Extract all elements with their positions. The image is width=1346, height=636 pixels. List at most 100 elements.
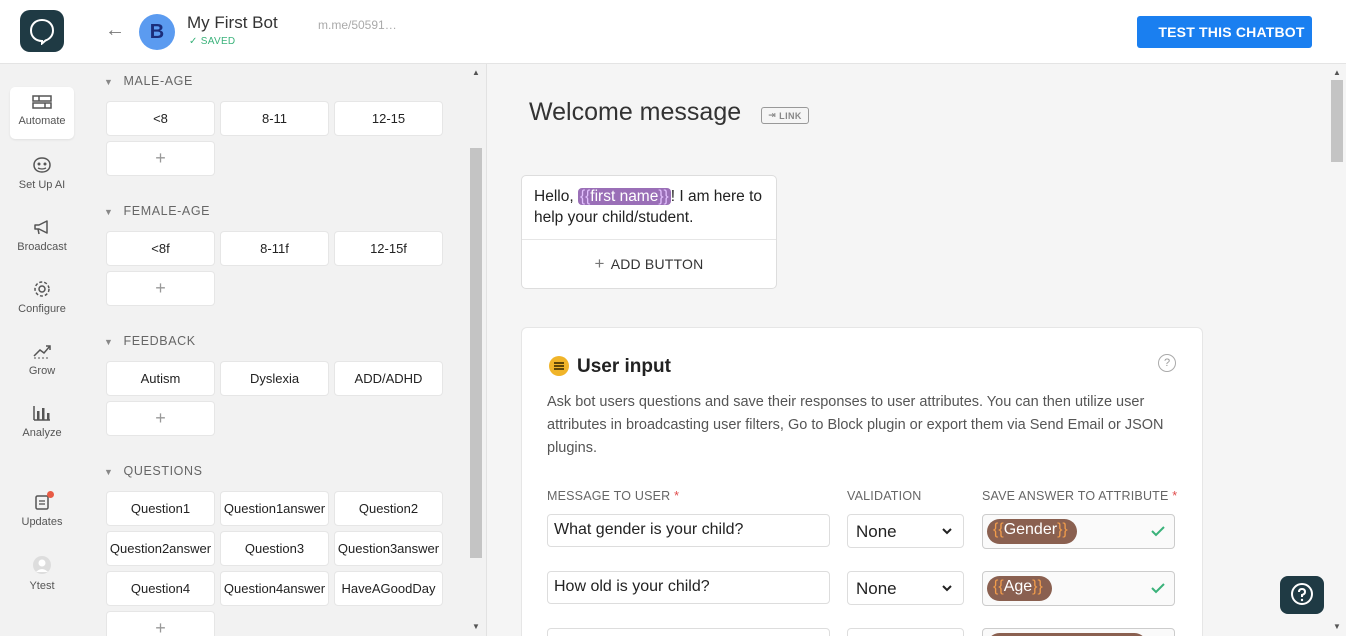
block-item[interactable]: 8-11 [220, 101, 329, 136]
nav-item-setup-ai[interactable]: Set Up AI [10, 149, 74, 201]
brace: }} [1032, 578, 1043, 595]
group-title-questions[interactable]: ▼ QUESTIONS [104, 464, 203, 478]
scroll-up-arrow-icon[interactable]: ▲ [472, 68, 480, 77]
add-block-button[interactable]: + [106, 271, 215, 306]
block-item[interactable]: 8-11f [220, 231, 329, 266]
scroll-up-arrow-icon[interactable]: ▲ [1333, 68, 1341, 77]
notification-dot [47, 491, 54, 498]
support-chat-button[interactable] [1280, 576, 1324, 614]
editor-scrollbar[interactable]: ▲ ▼ [1328, 64, 1346, 636]
add-block-button[interactable]: + [106, 611, 215, 636]
column-label: MESSAGE TO USER [547, 489, 671, 503]
column-header-validation: VALIDATION [847, 489, 922, 503]
add-button[interactable]: + ADD BUTTON [522, 240, 776, 288]
message-text[interactable]: Hello, {{first name}}! I am here to help… [522, 176, 776, 240]
block-item[interactable]: Dyslexia [220, 361, 329, 396]
validation-value: None [856, 522, 897, 541]
side-nav: Automate Set Up AI Broadcast Configure G… [0, 64, 84, 636]
collapse-triangle-icon[interactable]: ▼ [104, 467, 114, 477]
link-button[interactable]: ⇥ LINK [761, 107, 809, 124]
validation-select[interactable]: None [847, 514, 964, 548]
test-chatbot-button[interactable]: TEST THIS CHATBOT [1137, 16, 1312, 48]
bot-name[interactable]: My First Bot [187, 13, 278, 33]
attribute-field[interactable]: {{Gender}} [982, 514, 1175, 549]
nav-item-analyze[interactable]: Analyze [10, 397, 74, 449]
message-text-part: Hello, [534, 188, 578, 205]
gear-icon [34, 281, 50, 297]
block-item[interactable]: HaveAGoodDay [334, 571, 443, 606]
chatfuel-logo-icon[interactable] [20, 10, 64, 52]
block-item[interactable]: Question3answer [334, 531, 443, 566]
chevron-down-icon [942, 585, 952, 592]
attribute-pill[interactable]: {{Age}} [987, 576, 1052, 601]
message-to-user-input[interactable]: How old is your child? [547, 571, 830, 604]
block-item[interactable]: Question3 [220, 531, 329, 566]
bot-avatar[interactable]: B [139, 14, 175, 50]
scroll-down-arrow-icon[interactable]: ▼ [472, 622, 480, 631]
check-icon [1151, 583, 1165, 594]
editor-scroll-thumb[interactable] [1331, 80, 1343, 162]
block-item[interactable]: Question2 [334, 491, 443, 526]
attribute-field[interactable] [982, 628, 1175, 636]
messenger-icon [1144, 30, 1148, 34]
block-item[interactable]: Question4answer [220, 571, 329, 606]
add-block-button[interactable]: + [106, 401, 215, 436]
block-item[interactable]: Question4 [106, 571, 215, 606]
message-to-user-input[interactable] [547, 628, 830, 636]
attribute-chip[interactable]: {{first name}} [577, 188, 671, 205]
block-item[interactable]: Question1answer [220, 491, 329, 526]
block-item[interactable]: Autism [106, 361, 215, 396]
attribute-pill[interactable]: {{Gender}} [987, 519, 1077, 544]
nav-item-broadcast[interactable]: Broadcast [10, 211, 74, 263]
nav-label: Updates [21, 516, 63, 528]
nav-label: Ytest [29, 580, 55, 592]
attribute-name: Gender [1003, 521, 1058, 538]
required-mark: * [674, 489, 680, 503]
scroll-down-arrow-icon[interactable]: ▼ [1333, 622, 1341, 631]
add-button-label: ADD BUTTON [610, 256, 704, 272]
chevron-down-icon [942, 528, 952, 535]
block-list-scrollbar[interactable] [470, 148, 482, 558]
automate-icon [32, 95, 52, 109]
block-title[interactable]: Welcome message [529, 98, 741, 127]
help-icon[interactable]: ? [1158, 354, 1176, 372]
block-item[interactable]: ADD/ADHD [334, 361, 443, 396]
group-label: FEEDBACK [123, 334, 196, 348]
user-input-title: User input [577, 356, 671, 377]
nav-item-configure[interactable]: Configure [10, 273, 74, 325]
block-item[interactable]: <8f [106, 231, 215, 266]
nav-item-user[interactable]: Ytest [10, 548, 74, 600]
saved-status: ✓ SAVED [189, 36, 235, 47]
link-label: LINK [779, 110, 802, 121]
block-item[interactable]: 12-15 [334, 101, 443, 136]
nav-item-automate[interactable]: Automate [10, 87, 74, 139]
block-item[interactable]: Question2answer [106, 531, 215, 566]
top-header: ← B My First Bot ✓ SAVED m.me/50591… TES… [0, 0, 1346, 64]
nav-label: Set Up AI [18, 179, 66, 191]
validation-select[interactable] [847, 628, 964, 636]
group-title-female-age[interactable]: ▼ FEMALE-AGE [104, 204, 210, 218]
collapse-triangle-icon[interactable]: ▼ [104, 77, 114, 87]
collapse-triangle-icon[interactable]: ▼ [104, 207, 114, 217]
back-arrow-icon[interactable]: ← [104, 19, 126, 41]
nav-item-updates[interactable]: Updates [10, 486, 74, 538]
add-block-button[interactable]: + [106, 141, 215, 176]
block-item[interactable]: <8 [106, 101, 215, 136]
check-icon: ✓ [189, 36, 198, 47]
nav-item-grow[interactable]: Grow [10, 335, 74, 387]
brace: }} [658, 188, 669, 205]
block-item[interactable]: Question1 [106, 491, 215, 526]
group-title-male-age[interactable]: ▼ MALE-AGE [104, 74, 193, 88]
user-icon [33, 556, 51, 574]
bot-link[interactable]: m.me/50591… [318, 18, 397, 32]
block-item[interactable]: 12-15f [334, 231, 443, 266]
validation-value: None [856, 579, 897, 598]
block-editor: Welcome message ⇥ LINK Hello, {{first na… [487, 64, 1328, 636]
attribute-field[interactable]: {{Age}} [982, 571, 1175, 606]
validation-select[interactable]: None [847, 571, 964, 605]
group-title-feedback[interactable]: ▼ FEEDBACK [104, 334, 196, 348]
collapse-triangle-icon[interactable]: ▼ [104, 337, 114, 347]
brace: {{ [993, 578, 1004, 595]
group-label: MALE-AGE [123, 74, 193, 88]
message-to-user-input[interactable]: What gender is your child? [547, 514, 830, 547]
